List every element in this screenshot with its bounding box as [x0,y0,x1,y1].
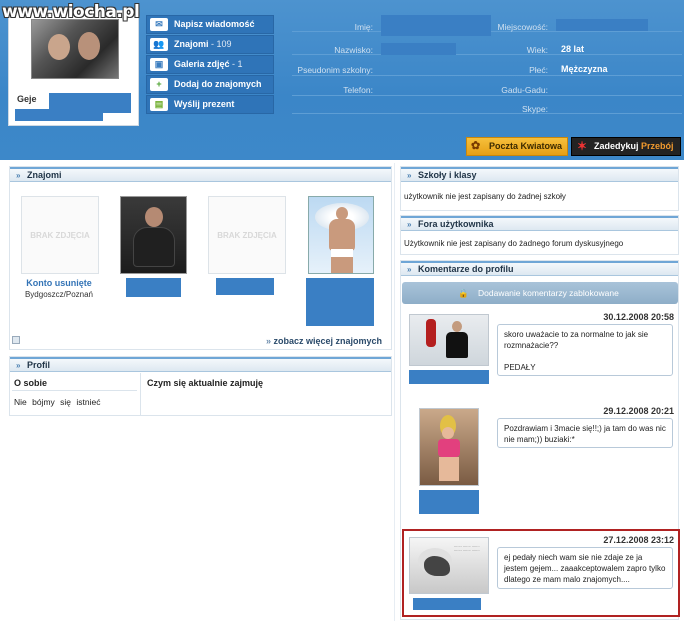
menu-label: Galeria zdjęć [174,59,230,69]
arrow-right-icon: » [266,336,274,346]
redacted-surname-field [381,43,456,55]
arrow-right-icon: » [407,265,412,274]
age-label: Wiek: [526,45,548,55]
commenter-avatar[interactable]: ....... ....... ....... ....... ....... … [409,537,489,594]
redacted-city [556,19,648,31]
gallery-icon: ▣ [150,58,168,71]
forums-panel: » Fora użytkownika [400,215,679,255]
redacted-commenter-name [419,490,479,514]
star-icon: ✶ [577,139,588,153]
skype-label: Skype: [522,104,548,114]
menu-label: Wyślij prezent [174,99,235,109]
dedicate-label: Zadedykuj [594,141,639,151]
friends-count: - 109 [211,39,232,49]
watermark: www.wiocha.pl [2,2,140,22]
friends-icon: 👥 [150,38,168,51]
about-label: O sobie [14,378,48,388]
menu-label: Znajomi [174,39,209,49]
arrow-right-icon: » [407,171,412,180]
menu-gallery[interactable]: ▣ Galeria zdjęć - 1 [146,55,274,74]
phone-label: Telefon: [343,85,373,95]
friends-panel-header: » Znajomi [10,167,391,182]
comments-title: Komentarze do profilu [417,264,514,274]
comments-panel-header: » Komentarze do profilu [401,261,678,276]
commenter-avatar[interactable] [409,314,489,366]
about-value: Nie bójmy się istnieć [14,397,101,407]
arrow-right-icon: » [407,220,412,229]
nickname-label: Pseudonim szkolny: [297,65,373,75]
menu-label: Dodaj do znajomych [174,79,262,89]
envelope-icon: ✉ [150,18,168,31]
menu-add-friend[interactable]: + Dodaj do znajomych [146,75,274,94]
menu-send-gift[interactable]: ▤ Wyślij prezent [146,95,274,114]
gg-label: Gadu-Gadu: [501,85,548,95]
first-name-label: Imię: [354,22,373,32]
comment-date: 27.12.2008 23:12 [603,535,674,545]
friends-title: Znajomi [26,170,62,180]
forums-text: Użytkownik nie jest zapisany do żadnego … [404,239,624,248]
flower-icon: ✿ [471,140,481,152]
column-divider [140,373,141,415]
lock-icon: 🔒 [458,288,469,298]
user-name: Geje [17,94,37,104]
comments-locked-bar: 🔒 Dodawanie komentarzy zablokowane [402,282,678,304]
comment-date: 30.12.2008 20:58 [603,312,674,322]
friend-removed-name[interactable]: Konto usunięte [8,278,110,288]
add-friend-icon: + [150,78,168,91]
friend-no-photo[interactable]: BRAK ZDJĘCIA [208,196,286,274]
age-value: 28 lat [561,44,585,54]
redacted-friend-name [126,278,181,297]
flower-mail-label: Poczta Kwiatowa [489,141,563,151]
friend-photo[interactable] [120,196,187,274]
flower-mail-button[interactable]: ✿ Poczta Kwiatowa [466,137,568,156]
comment-text: ej pedały niech wam sie nie zdaje ze ja … [497,547,673,589]
redacted-friend-name [306,278,374,326]
comment-text: Pozdrawiam i 3macie się!!;) ja tam do wa… [497,418,673,448]
occupation-label: Czym się aktualnie zajmuję [147,378,264,388]
friend-no-photo[interactable]: BRAK ZDJĘCIA [21,196,99,274]
friend-photo[interactable] [308,196,374,274]
forums-panel-header: » Fora użytkownika [401,216,678,231]
schools-text: użytkownik nie jest zapisany do żadnej s… [404,192,566,201]
menu-label: Napisz wiadomość [174,19,255,29]
small-icon [12,336,20,344]
comment-text: skoro uważacie to za normalne to jak sie… [497,324,673,376]
avatar[interactable] [31,19,119,79]
avatar-card: Geje [8,10,139,126]
schools-panel-header: » Szkoły i klasy [401,167,678,182]
redacted-first-name [381,15,491,36]
schools-panel: » Szkoły i klasy [400,166,679,211]
menu-friends[interactable]: 👥 Znajomi - 109 [146,35,274,54]
about-divider [12,390,137,391]
redacted-friend-name [216,278,274,295]
see-more-friends-link[interactable]: » zobacz więcej znajomych [266,336,382,346]
gift-icon: ▤ [150,98,168,111]
comment-date: 29.12.2008 20:21 [603,406,674,416]
friend-city: Bydgoszcz/Poznań [24,290,94,299]
hit-label: Przebój [641,141,674,151]
gender-value: Mężczyzna [561,64,608,74]
schools-title: Szkoły i klasy [417,170,477,180]
commenter-avatar[interactable] [419,408,479,486]
profile-title: Profil [26,360,50,370]
gallery-count: - 1 [232,59,243,69]
info-divider [292,100,682,114]
surname-label: Nazwisko: [334,45,373,55]
arrow-right-icon: » [16,361,21,370]
arrow-right-icon: » [16,171,21,180]
dedicate-hit-button[interactable]: ✶ Zadedykuj Przebój [571,137,681,156]
gender-label: Płeć: [529,65,548,75]
redacted-info [15,109,103,121]
redacted-commenter-name [409,370,489,384]
city-label: Miejscowość: [497,22,548,32]
forums-title: Fora użytkownika [417,219,494,229]
menu-write-message[interactable]: ✉ Napisz wiadomość [146,15,274,34]
redacted-commenter-name [413,598,481,610]
profile-panel-header: » Profil [10,357,391,372]
